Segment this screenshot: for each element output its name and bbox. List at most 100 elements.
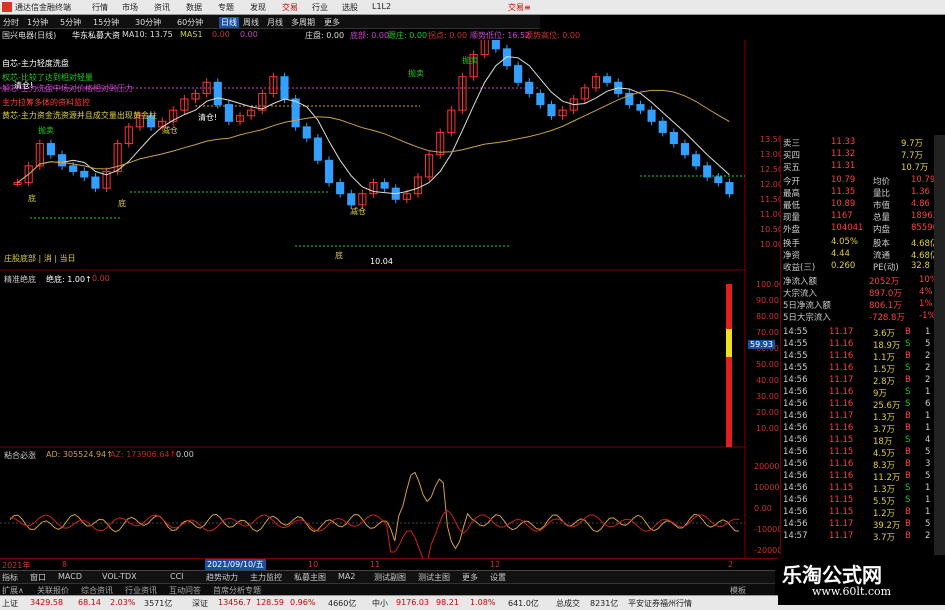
candle[interactable] (80, 170, 89, 178)
candle[interactable] (692, 154, 701, 167)
date-label: 2 (728, 560, 734, 569)
candle[interactable] (680, 143, 690, 156)
quote-field-row-cell: 0.260 (831, 261, 856, 271)
precision-bottom-panel[interactable] (0, 272, 780, 448)
period-tab-7[interactable]: 周线 (243, 17, 259, 28)
sz-label: 深证 (192, 599, 208, 608)
candle[interactable] (514, 65, 523, 83)
tick-row-cell: S (905, 495, 911, 505)
candle[interactable] (347, 193, 356, 206)
indicator-tab-9[interactable]: 测试副图 (374, 572, 406, 583)
menu-item[interactable]: 资讯 (154, 2, 170, 13)
candle[interactable] (313, 137, 322, 161)
candle[interactable] (46, 143, 55, 156)
candle[interactable] (224, 104, 233, 122)
period-tab-8[interactable]: 月线 (267, 17, 283, 28)
tick-row: 14:55 11.17 3.6万 B 1 (781, 327, 945, 339)
sell-signal-3: 抛卖 (462, 56, 478, 65)
menu-item[interactable]: 市场 (122, 2, 138, 13)
candle[interactable] (213, 81, 222, 106)
candle[interactable] (714, 176, 723, 184)
quote-field-row-cell: 10.79 (911, 175, 936, 185)
sz-change: 128.59 (256, 598, 284, 607)
tick-row-cell: 1.5万 (873, 365, 896, 375)
sz-index: 13456.7 (218, 598, 252, 607)
period-tab-9[interactable]: 多周期 (291, 17, 315, 28)
fund-flow-row: 5日大宗流入 -728.8万 -1% (781, 311, 945, 323)
indicator-tab-0[interactable]: 指标 (2, 572, 18, 583)
indicator-tab-6[interactable]: 主力监控 (250, 572, 282, 583)
indicator-tab-3[interactable]: VOL-TDX (102, 572, 137, 581)
indicator-tab-1[interactable]: 窗口 (30, 572, 46, 583)
right-scrollbar[interactable] (934, 135, 945, 575)
tick-row-cell: 5 (925, 447, 931, 457)
quote-field-row: 收益(三) 0.260 PE(动) 32.8 (781, 261, 945, 273)
tick-row: 14:55 11.16 1.1万 B 2 (781, 351, 945, 363)
candle[interactable] (324, 159, 334, 184)
menu-item[interactable]: 选股 (342, 2, 358, 13)
candle[interactable] (280, 76, 289, 100)
tick-row: 14:56 11.16 11.2万 B 5 (781, 471, 945, 483)
tick-row-cell: 5 (925, 519, 931, 529)
period-tab-5[interactable]: 60分钟 (177, 17, 203, 28)
tick-row-cell: 14:55 (783, 327, 808, 337)
period-tab-4[interactable]: 30分钟 (135, 17, 161, 28)
indicator-tab-11[interactable]: 更多 (462, 572, 478, 583)
order-book-row-cell: 9.7万 (901, 139, 924, 149)
trade-close-button[interactable]: 交易≡ (508, 2, 531, 13)
candle[interactable] (536, 92, 545, 106)
indicator-tab-8[interactable]: MA2 (338, 572, 355, 581)
buy-signal-3: 底 (335, 251, 343, 260)
indicator-tab-5[interactable]: 趋势动力 (206, 572, 238, 583)
menu-item[interactable]: 行情 (92, 2, 108, 13)
order-book-row-cell: 11.33 (831, 137, 856, 147)
period-tab-3[interactable]: 15分钟 (93, 17, 119, 28)
candle[interactable] (647, 109, 656, 122)
indicator-tab-2[interactable]: MACD (58, 572, 82, 581)
adhesion-rise-panel[interactable] (0, 448, 780, 558)
indicator-tab-4[interactable]: CCI (170, 572, 184, 581)
candle[interactable] (669, 131, 678, 145)
quote-field-row: 现量 1167 总量 18963 (781, 211, 945, 223)
zx-pct: 1.08% (470, 598, 496, 607)
candle[interactable] (380, 182, 389, 189)
tick-row-cell: 14:56 (783, 435, 808, 445)
tick-row-cell: S (905, 399, 911, 409)
indicator-tab-10[interactable]: 测试主图 (418, 572, 450, 583)
candle[interactable] (291, 98, 300, 128)
period-tab-0[interactable]: 分时 (3, 17, 19, 28)
candle[interactable] (547, 104, 556, 117)
annotation-golden-bar: 黄芯-主力资金洗资源并且成交量出现黄金柱 (2, 111, 157, 120)
menu-item[interactable]: L1L2 (372, 2, 391, 11)
menu-item[interactable]: 发现 (250, 2, 266, 13)
candle[interactable] (69, 165, 78, 172)
indicator-tab-7[interactable]: 私募主图 (294, 572, 326, 583)
candle[interactable] (302, 126, 311, 139)
candle[interactable] (658, 120, 667, 133)
candle[interactable] (525, 81, 534, 94)
candle[interactable] (91, 176, 100, 189)
indicator-tab-12[interactable]: 设置 (490, 572, 506, 583)
period-tab-1[interactable]: 1分钟 (27, 17, 48, 28)
candlestick-chart[interactable] (0, 40, 780, 272)
candle[interactable] (636, 104, 645, 111)
candle[interactable] (703, 165, 712, 178)
menu-item[interactable]: 专题 (218, 2, 234, 13)
fund-flow-row-cell: 净流入额 (783, 277, 818, 287)
panel2-tick: 20.00 (756, 408, 779, 417)
quote-field-row: 外盘 104041 内盘 85596 (781, 223, 945, 235)
menu-item[interactable]: 交易 (282, 2, 298, 13)
candle[interactable] (57, 154, 67, 167)
panel3-az: AZ: 173906.64↑ (110, 450, 177, 459)
period-tab-10[interactable]: 更多 (324, 17, 340, 28)
quote-field-row-cell: 净资 (783, 251, 801, 261)
period-tab-6[interactable]: 日线 (219, 17, 239, 28)
candle[interactable] (336, 182, 345, 195)
tick-row-cell: 14:56 (783, 519, 808, 529)
menu-item[interactable]: 数据 (186, 2, 202, 13)
candle[interactable] (725, 182, 734, 195)
candle[interactable] (491, 40, 500, 50)
candle[interactable] (603, 76, 612, 83)
menu-item[interactable]: 行业 (312, 2, 328, 13)
period-tab-2[interactable]: 5分钟 (60, 17, 81, 28)
